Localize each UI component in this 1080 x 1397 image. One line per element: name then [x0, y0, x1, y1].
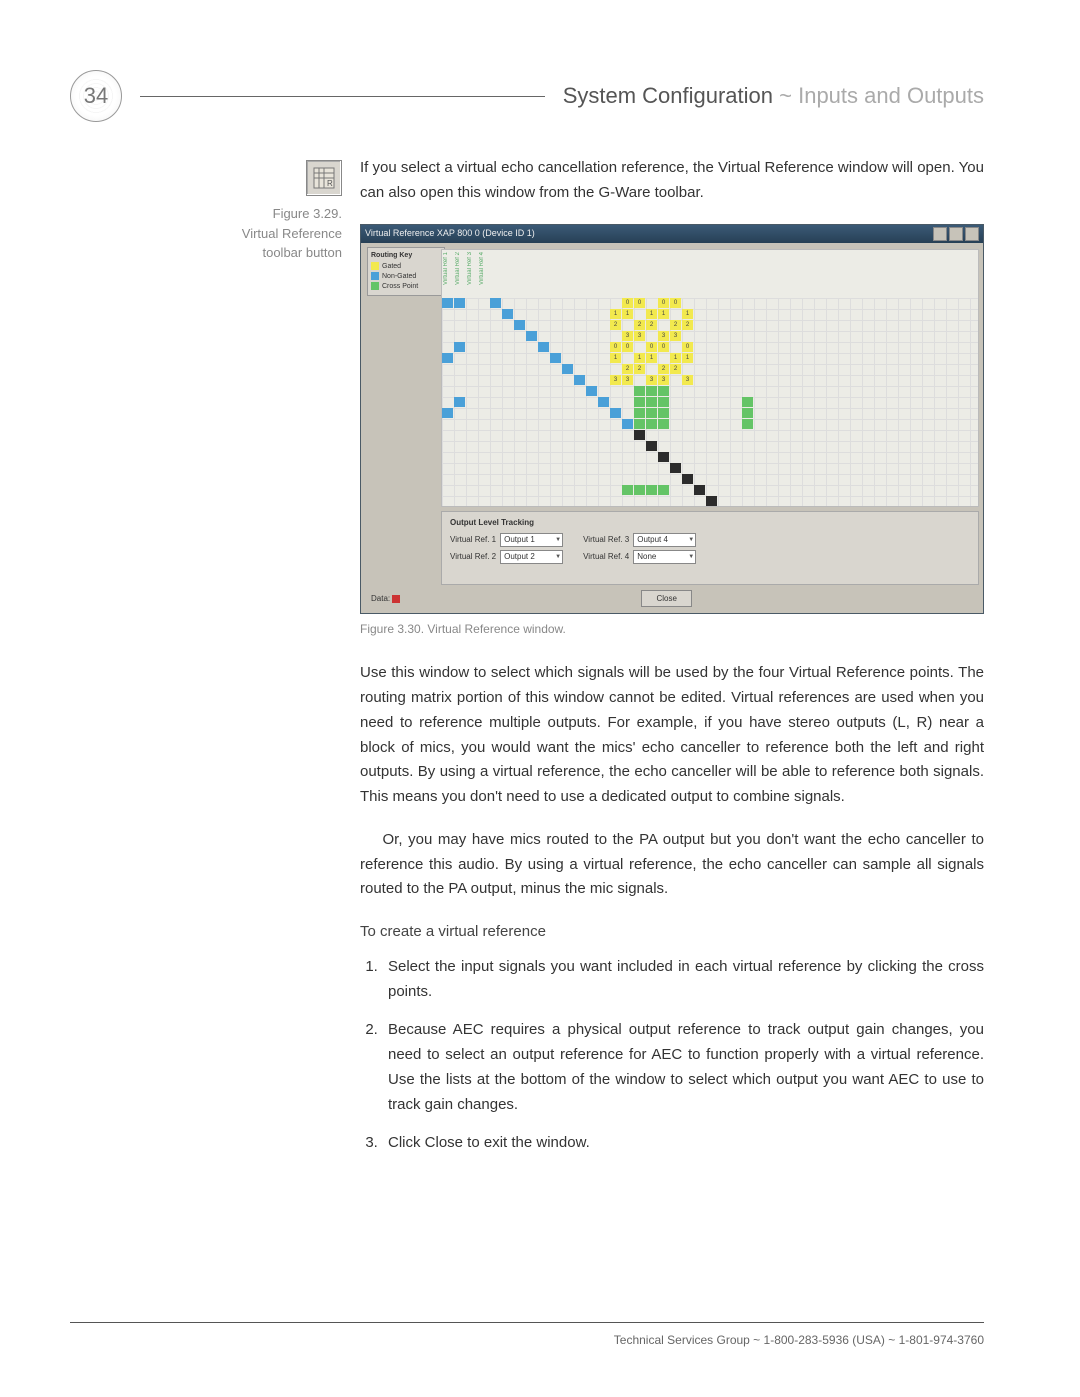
minimize-icon[interactable]: [933, 227, 947, 241]
step-3: Click Close to exit the window.: [382, 1131, 984, 1156]
vref3-output-select[interactable]: Output 4: [633, 533, 696, 547]
header-rule: [140, 96, 545, 97]
main-column: If you select a virtual echo cancellatio…: [360, 156, 984, 1170]
virtual-reference-window: Virtual Reference XAP 800 0 (Device ID 1…: [360, 224, 984, 614]
vref-toolbar-icon: R: [306, 160, 342, 196]
vref2-output-select[interactable]: Output 2: [500, 550, 563, 564]
body-paragraph-1: Use this window to select which signals …: [360, 661, 984, 810]
page-header: 34 System Configuration ~ Inputs and Out…: [70, 70, 984, 122]
svg-text:R: R: [327, 179, 333, 188]
window-title: Virtual Reference XAP 800 0 (Device ID 1…: [365, 226, 535, 241]
page-number-badge: 34: [70, 70, 122, 122]
figure-3-30-caption: Figure 3.30. Virtual Reference window.: [360, 620, 984, 640]
maximize-icon[interactable]: [949, 227, 963, 241]
procedure-heading: To create a virtual reference: [360, 920, 984, 945]
vref1-output-select[interactable]: Output 1: [500, 533, 563, 547]
routing-matrix: Virtual Ref 1Virtual Ref 2Virtual Ref 3V…: [441, 249, 979, 507]
body-paragraph-2: Or, you may have mics routed to the PA o…: [360, 828, 984, 902]
output-level-tracking-panel: Output Level Tracking Virtual Ref. 1Outp…: [441, 511, 979, 585]
routing-key-legend: Routing Key Gated Non-Gated Cross Point: [367, 247, 445, 296]
step-2: Because AEC requires a physical output r…: [382, 1018, 984, 1117]
close-button[interactable]: Close: [641, 590, 691, 607]
margin-column: R Figure 3.29. Virtual Reference toolbar…: [70, 156, 360, 1170]
window-titlebar: Virtual Reference XAP 800 0 (Device ID 1…: [361, 225, 983, 243]
close-icon[interactable]: [965, 227, 979, 241]
intro-paragraph: If you select a virtual echo cancellatio…: [360, 156, 984, 206]
figure-3-29-caption: Figure 3.29. Virtual Reference toolbar b…: [242, 204, 342, 263]
step-1: Select the input signals you want includ…: [382, 955, 984, 1005]
page-footer: Technical Services Group ~ 1-800-283-593…: [70, 1322, 984, 1347]
data-indicator: Data:: [371, 592, 400, 605]
vref4-output-select[interactable]: None: [633, 550, 696, 564]
procedure-steps: Select the input signals you want includ…: [360, 955, 984, 1156]
section-title: System Configuration ~ Inputs and Output…: [563, 83, 984, 109]
